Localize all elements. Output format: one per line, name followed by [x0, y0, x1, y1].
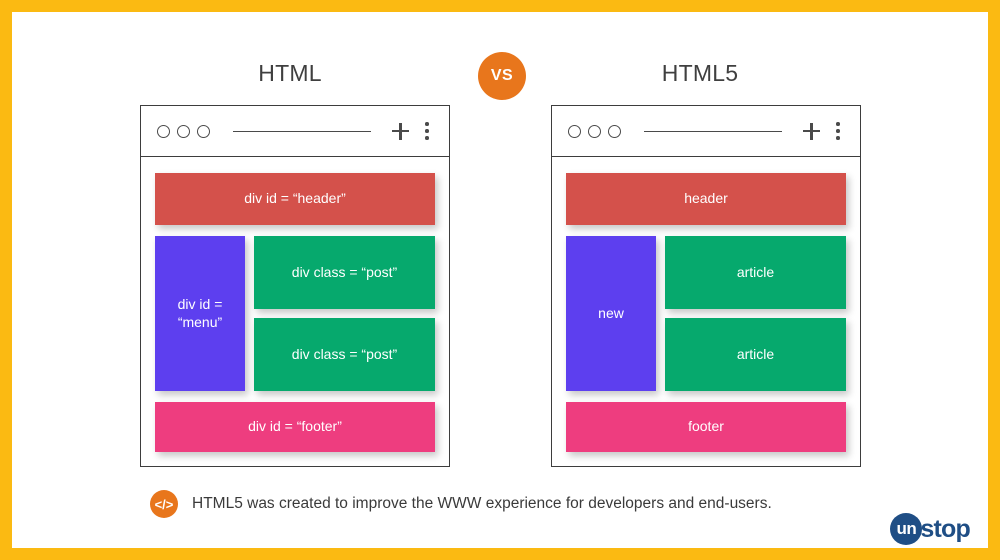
unstop-logo-text: stop [920, 514, 970, 543]
plus-icon[interactable] [803, 122, 820, 140]
page-layout-html5: header new article article footer [552, 157, 860, 466]
slide-canvas: HTML HTML5 VS div id = “header” div id =… [12, 12, 988, 548]
block-header-left: div id = “header” [155, 173, 435, 225]
browser-window-html: div id = “header” div id = “menu” div cl… [140, 105, 450, 467]
browser-toolbar-right [552, 106, 860, 157]
block-footer-left: div id = “footer” [155, 402, 435, 452]
block-menu-left: div id = “menu” [155, 236, 245, 391]
middle-row-right: new article article [566, 236, 846, 391]
block-menu-left-line2: “menu” [177, 313, 223, 330]
unstop-logo: un stop [890, 512, 971, 546]
code-icon: </> [150, 490, 178, 518]
middle-row-left: div id = “menu” div class = “post” div c… [155, 236, 435, 391]
block-post-1-left: div class = “post” [254, 236, 435, 309]
window-controls-icon [157, 124, 210, 138]
column-title-html5: HTML5 [661, 60, 739, 86]
column-title-html: HTML [258, 60, 322, 86]
slide-frame: HTML HTML5 VS div id = “header” div id =… [0, 0, 1000, 560]
caption: </> HTML5 was created to improve the WWW… [150, 490, 772, 518]
block-post-2-left: div class = “post” [254, 318, 435, 391]
vs-badge: VS [478, 52, 526, 100]
caption-text: HTML5 was created to improve the WWW exp… [192, 495, 772, 512]
post-column-left: div class = “post” div class = “post” [254, 236, 435, 391]
plus-icon[interactable] [392, 122, 409, 140]
address-bar-line[interactable] [233, 130, 371, 132]
block-nav-right: new [566, 236, 656, 391]
block-article-1-right: article [665, 236, 846, 309]
window-controls-icon [568, 124, 621, 138]
article-column-right: article article [665, 236, 846, 391]
browser-toolbar-left [141, 106, 449, 157]
kebab-menu-icon[interactable] [418, 122, 436, 140]
block-footer-right: footer [566, 402, 846, 452]
browser-window-html5: header new article article footer [551, 105, 861, 467]
block-menu-left-line1: div id = [177, 296, 223, 312]
address-bar-line[interactable] [644, 130, 782, 132]
kebab-menu-icon[interactable] [829, 122, 847, 140]
page-layout-html: div id = “header” div id = “menu” div cl… [141, 157, 449, 466]
block-header-right: header [566, 173, 846, 225]
unstop-logo-mark: un [890, 513, 923, 545]
block-article-2-right: article [665, 318, 846, 391]
